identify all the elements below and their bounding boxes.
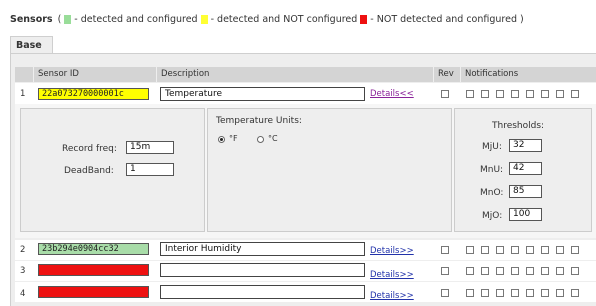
notification-checkbox[interactable]: [466, 267, 474, 275]
temperature-units-box: [207, 108, 452, 232]
row-number-4: 4: [20, 289, 26, 299]
unit-c-label: °C: [268, 134, 278, 143]
description-input-2[interactable]: Interior Humidity: [160, 242, 365, 256]
rev-checkbox-4[interactable]: [441, 289, 449, 297]
description-input-3[interactable]: [160, 263, 365, 277]
legend-label-not-configured: - detected and NOT configured: [210, 13, 358, 25]
threshold-mno-input[interactable]: 85: [509, 185, 542, 198]
unit-c-radio[interactable]: [257, 136, 264, 143]
record-freq-input[interactable]: 15m: [126, 141, 174, 154]
header-description: Description: [157, 67, 433, 82]
notification-checkbox[interactable]: [466, 289, 474, 297]
legend-label-not-detected: - NOT detected and configured ): [370, 13, 524, 25]
notification-checkbox[interactable]: [556, 246, 564, 254]
notification-checkbox[interactable]: [496, 289, 504, 297]
threshold-mnu-input[interactable]: 42: [509, 162, 542, 175]
notification-checkbox[interactable]: [481, 90, 489, 98]
rev-checkbox-3[interactable]: [441, 267, 449, 275]
sensor-id-field-4[interactable]: [38, 286, 149, 298]
notification-checkbox[interactable]: [496, 246, 504, 254]
details-toggle-4[interactable]: Details>>: [370, 291, 414, 301]
row-number-1: 1: [20, 89, 26, 99]
notification-checkbox[interactable]: [526, 246, 534, 254]
notification-checkbox[interactable]: [571, 246, 579, 254]
tab-base[interactable]: Base: [10, 36, 53, 54]
notification-checkbox[interactable]: [541, 289, 549, 297]
record-freq-label: Record freq:: [62, 144, 117, 154]
notification-checkbox[interactable]: [556, 90, 564, 98]
thresholds-label: Thresholds:: [492, 121, 545, 131]
notification-checkbox[interactable]: [526, 90, 534, 98]
threshold-mnu-label: MnU:: [480, 165, 504, 175]
notification-checkbox[interactable]: [571, 267, 579, 275]
threshold-mjo-label: MjO:: [482, 211, 503, 221]
temperature-units-label: Temperature Units:: [216, 116, 302, 126]
header-rev: Rev: [434, 67, 460, 82]
notification-checkbox[interactable]: [526, 289, 534, 297]
notification-checkbox[interactable]: [466, 246, 474, 254]
notification-checkbox[interactable]: [541, 267, 549, 275]
unit-f-radio[interactable]: [218, 136, 225, 143]
notification-checkbox[interactable]: [541, 90, 549, 98]
notification-checkbox[interactable]: [511, 90, 519, 98]
notification-checkbox[interactable]: [556, 267, 564, 275]
deadband-label: DeadBand:: [64, 166, 114, 176]
threshold-mju-input[interactable]: 32: [509, 139, 542, 152]
header-sensor-id: Sensor ID: [34, 67, 156, 82]
notification-checkbox[interactable]: [541, 246, 549, 254]
rev-checkbox-2[interactable]: [441, 246, 449, 254]
header-notifications: Notifications: [461, 67, 596, 82]
sensor-id-field-1[interactable]: 22a073270000001c: [38, 88, 149, 100]
sensor-id-field-2[interactable]: 23b294e0904cc32: [38, 243, 149, 255]
notification-checkbox[interactable]: [511, 267, 519, 275]
legend-swatch-yellow: [200, 14, 208, 24]
details-toggle-3[interactable]: Details>>: [370, 270, 414, 280]
notification-checkbox[interactable]: [511, 246, 519, 254]
deadband-input[interactable]: 1: [126, 163, 174, 176]
threshold-mju-label: MjU:: [482, 142, 502, 152]
sensor-id-field-3[interactable]: [38, 264, 149, 276]
notification-checkbox[interactable]: [571, 289, 579, 297]
threshold-mjo-input[interactable]: 100: [509, 208, 542, 221]
description-input-4[interactable]: [160, 285, 365, 299]
notification-checkbox[interactable]: [481, 289, 489, 297]
unit-f-label: °F: [229, 134, 238, 143]
notification-checkbox[interactable]: [481, 267, 489, 275]
legend-open-paren: (: [57, 13, 62, 25]
notification-checkbox[interactable]: [466, 90, 474, 98]
notification-checkbox[interactable]: [526, 267, 534, 275]
details-toggle-1[interactable]: Details<<: [370, 89, 414, 99]
row-number-2: 2: [20, 245, 26, 255]
legend-swatch-red: [360, 14, 368, 24]
notification-checkbox[interactable]: [556, 289, 564, 297]
row-number-3: 3: [20, 266, 26, 276]
header-row-number: [15, 67, 33, 82]
threshold-mno-label: MnO:: [480, 188, 504, 198]
notification-checkbox[interactable]: [496, 90, 504, 98]
notification-checkbox[interactable]: [481, 246, 489, 254]
legend-label-configured: - detected and configured: [74, 13, 198, 25]
notification-checkbox[interactable]: [496, 267, 504, 275]
notification-checkbox[interactable]: [571, 90, 579, 98]
details-toggle-2[interactable]: Details>>: [370, 246, 414, 256]
sensors-title: Sensors: [10, 13, 53, 25]
sensor-legend: Sensors ( - detected and configured - de…: [10, 12, 524, 26]
notification-checkbox[interactable]: [511, 289, 519, 297]
rev-checkbox-1[interactable]: [441, 90, 449, 98]
legend-swatch-green: [64, 14, 72, 24]
description-input-1[interactable]: Temperature: [160, 87, 365, 101]
